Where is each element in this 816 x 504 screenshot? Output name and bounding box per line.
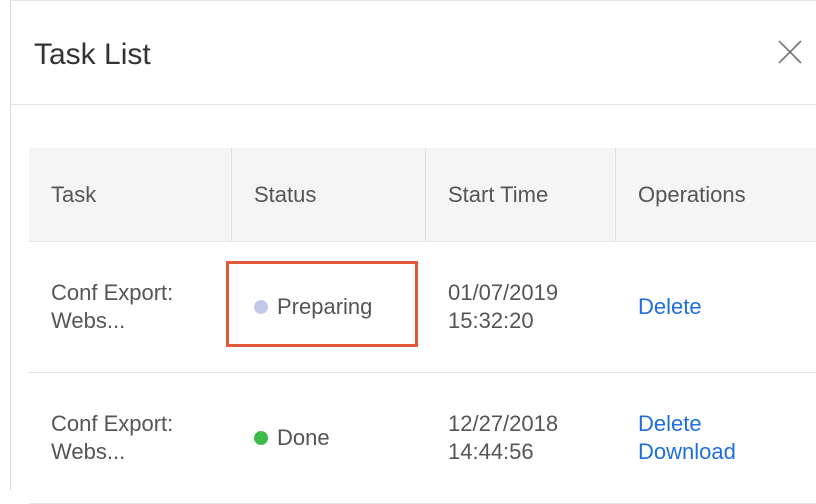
task-cell: Conf Export: Webs... <box>29 242 232 372</box>
start-date: 12/27/2018 <box>448 411 559 436</box>
status-dot-icon <box>254 431 268 445</box>
status-cell: Done <box>232 373 426 503</box>
table-row: Conf Export: Webs... Done 12/27/2018 14:… <box>29 373 816 504</box>
task-list-dialog: Task List Task Status Start Time Operati… <box>10 0 816 504</box>
column-header-operations: Operations <box>638 181 746 207</box>
column-header-status: Status <box>232 148 426 241</box>
column-header-start-time: Start Time <box>426 148 616 241</box>
task-table: Task Status Start Time Operations Conf E… <box>29 148 816 504</box>
task-name-line2: Webs... <box>51 308 126 333</box>
task-name-line2: Webs... <box>51 439 126 464</box>
status-dot-icon <box>254 300 268 314</box>
task-name-line1: Conf Export: <box>51 411 174 436</box>
status-label: Done <box>277 425 330 450</box>
operations-cell: Delete <box>616 242 816 372</box>
download-link[interactable]: Download <box>638 438 736 466</box>
start-time-cell: 12/27/2018 14:44:56 <box>426 373 616 503</box>
close-button[interactable] <box>773 35 807 69</box>
delete-link[interactable]: Delete <box>638 293 702 321</box>
start-time-cell: 01/07/2019 15:32:20 <box>426 242 616 372</box>
close-icon <box>778 40 802 64</box>
status-label: Preparing <box>277 294 373 319</box>
table-header-row: Task Status Start Time Operations <box>29 148 816 242</box>
task-cell: Conf Export: Webs... <box>29 373 232 503</box>
status-badge: Done <box>254 424 330 452</box>
start-date: 01/07/2019 <box>448 280 559 305</box>
start-time: 14:44:56 <box>448 439 534 464</box>
delete-link[interactable]: Delete <box>638 410 736 438</box>
dialog-title: Task List <box>34 38 151 71</box>
operations-cell: Delete Download <box>616 373 816 503</box>
table-row: Conf Export: Webs... Preparing 01/07/201… <box>29 242 816 373</box>
status-cell: Preparing <box>232 242 426 372</box>
column-header-task: Task <box>29 148 232 241</box>
task-name-line1: Conf Export: <box>51 280 174 305</box>
start-time: 15:32:20 <box>448 308 534 333</box>
status-badge: Preparing <box>254 293 372 321</box>
dialog-header: Task List <box>11 1 816 105</box>
